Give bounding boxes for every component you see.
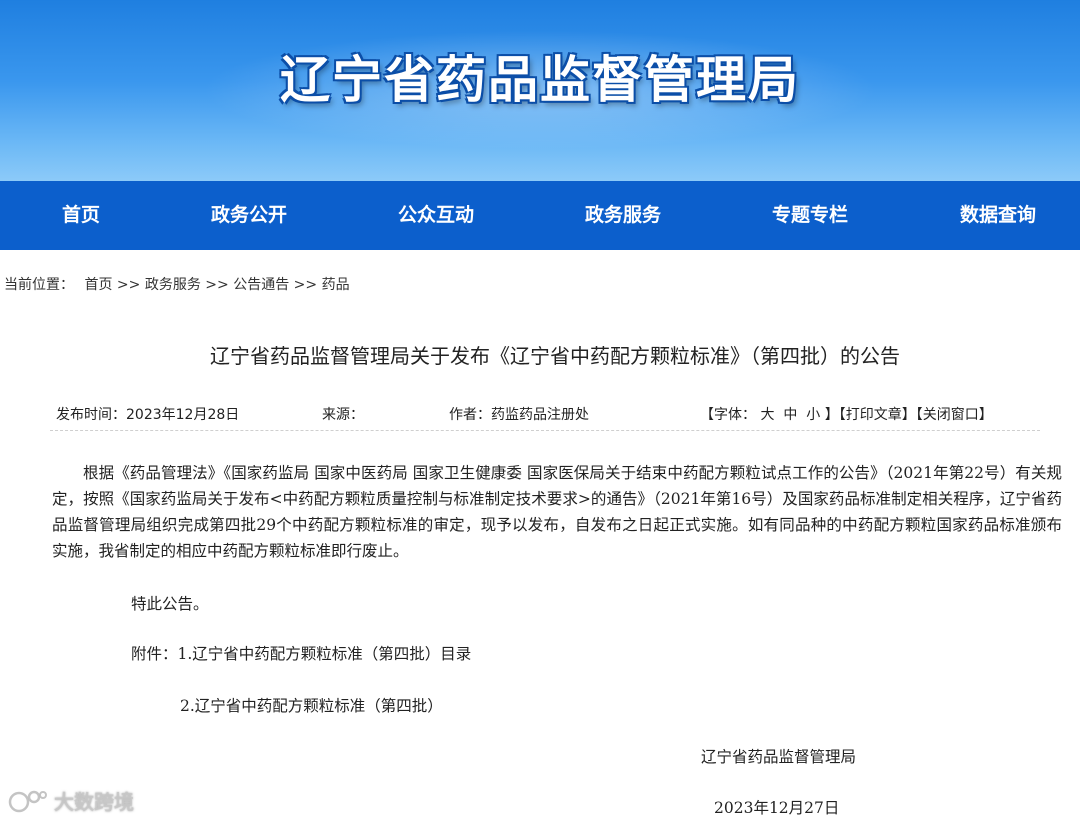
author-value: 药监药品注册处	[491, 407, 589, 423]
nav-item-data-query[interactable]: 数据查询	[960, 181, 1036, 250]
breadcrumb-item-home[interactable]: 首页	[84, 277, 112, 293]
article-body: 根据《药品管理法》《国家药监局 国家中医药局 国家卫生健康委 国家医保局关于结束…	[52, 460, 1062, 564]
print-article-button[interactable]: 【打印文章】	[839, 407, 916, 423]
breadcrumb-separator: >>	[116, 277, 145, 293]
breadcrumb-item-government-services[interactable]: 政务服务	[145, 277, 201, 293]
nav-item-home[interactable]: 首页	[62, 181, 100, 250]
main-nav: 首页 政务公开 公众互动 政务服务 专题专栏 数据查询	[0, 181, 1080, 250]
author-label: 作者：	[449, 407, 491, 423]
font-size-controls: 【字体： 大 中 小 】【打印文章】【关闭窗口】	[700, 404, 993, 424]
watermark-logo-icon	[8, 788, 48, 814]
nav-item-government-services[interactable]: 政务服务	[585, 181, 661, 250]
watermark-text: 大数跨境	[54, 790, 134, 814]
article-paragraph: 根据《药品管理法》《国家药监局 国家中医药局 国家卫生健康委 国家医保局关于结束…	[52, 464, 1062, 560]
attachment-1-link[interactable]: 附件：1.辽宁省中药配方颗粒标准（第四批）目录	[131, 642, 471, 664]
meta-divider	[50, 430, 1040, 431]
source-label: 来源：	[322, 407, 364, 423]
site-title: 辽宁省药品监督管理局	[280, 51, 800, 109]
article-title: 辽宁省药品监督管理局关于发布《辽宁省中药配方颗粒标准》（第四批）的公告	[210, 344, 900, 368]
watermark: 大数跨境	[8, 786, 134, 815]
breadcrumb-separator: >>	[293, 277, 322, 293]
publish-time-value: 2023年12月28日	[126, 407, 240, 423]
breadcrumb-item-announcements[interactable]: 公告通告	[233, 277, 289, 293]
breadcrumb-item-drugs[interactable]: 药品	[322, 277, 350, 293]
breadcrumb: 当前位置： 首页 >> 政务服务 >> 公告通告 >> 药品	[4, 274, 350, 294]
close-window-button[interactable]: 【关闭窗口】	[916, 407, 993, 423]
nav-item-public-interaction[interactable]: 公众互动	[398, 181, 474, 250]
font-size-medium-button[interactable]: 中	[783, 407, 797, 423]
special-notice: 特此公告。	[131, 595, 209, 613]
font-size-large-button[interactable]: 大	[760, 407, 774, 423]
attachment-2-link[interactable]: 2.辽宁省中药配方颗粒标准（第四批）	[180, 694, 443, 716]
font-size-close-bracket: 】	[824, 407, 839, 423]
nav-item-special-topics[interactable]: 专题专栏	[772, 181, 848, 250]
author: 作者：药监药品注册处	[449, 404, 589, 424]
signature-organization: 辽宁省药品监督管理局	[701, 748, 857, 766]
publish-time-label: 发布时间：	[56, 407, 126, 423]
nav-item-government-affairs[interactable]: 政务公开	[211, 181, 287, 250]
article-meta: 发布时间：2023年12月28日 来源： 作者：药监药品注册处 【字体： 大 中…	[56, 404, 1036, 426]
signature-date: 2023年12月27日	[714, 799, 840, 817]
publish-time: 发布时间：2023年12月28日	[56, 404, 239, 424]
font-size-label: 【字体：	[700, 407, 756, 423]
breadcrumb-separator: >>	[205, 277, 234, 293]
font-size-small-button[interactable]: 小	[806, 407, 820, 423]
header-banner: 辽宁省药品监督管理局	[0, 0, 1080, 181]
breadcrumb-label: 当前位置：	[4, 277, 74, 293]
